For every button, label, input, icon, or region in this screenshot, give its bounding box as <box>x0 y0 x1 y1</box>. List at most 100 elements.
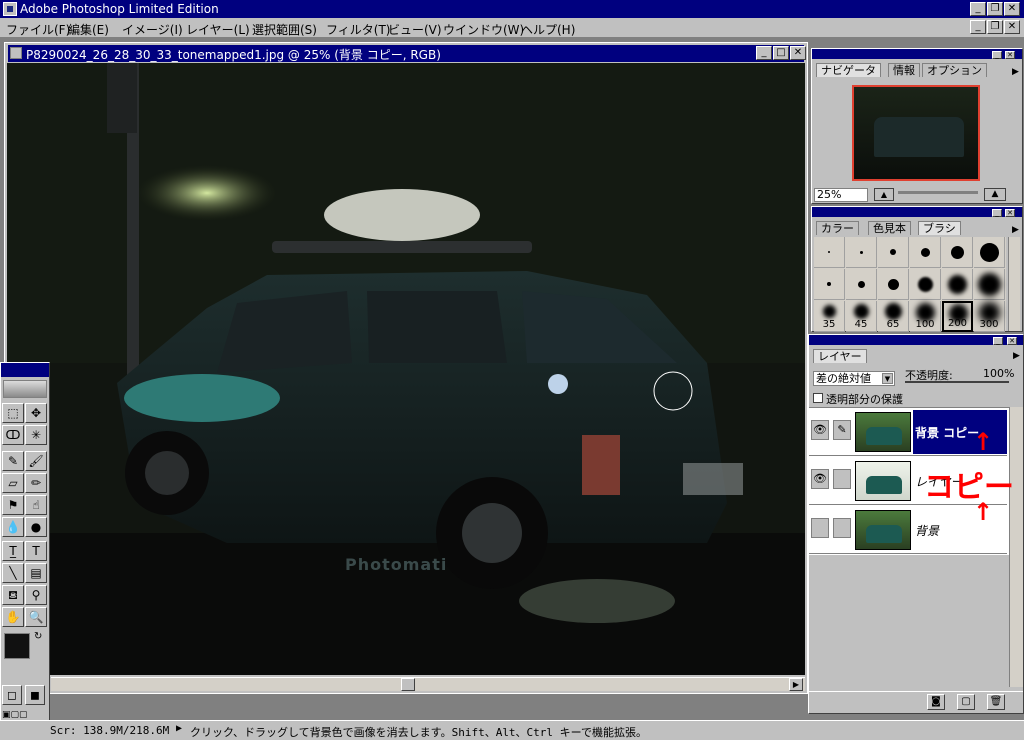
brushes-menu-arrow-icon[interactable]: ▶ <box>1012 225 1019 235</box>
menu-file[interactable]: ファイル(F) <box>6 21 70 38</box>
document-close-icon[interactable]: ✕ <box>790 46 806 60</box>
doc-close-icon[interactable]: ✕ <box>1004 20 1020 34</box>
zoom-tool-icon[interactable]: 🔍 <box>25 607 47 627</box>
brushes-scrollbar[interactable] <box>1008 237 1020 331</box>
blur-tool-icon[interactable]: 💧 <box>2 517 24 537</box>
swap-colors-icon[interactable]: ↻ <box>34 631 42 642</box>
brush-cell[interactable] <box>846 269 877 300</box>
brush-cell[interactable] <box>910 237 941 268</box>
navigator-zoom-field[interactable]: 25% <box>814 188 868 202</box>
opacity-value[interactable]: 100% <box>983 367 1014 380</box>
tool-palette-titlebar[interactable] <box>1 363 49 377</box>
menu-select[interactable]: 選択範囲(S) <box>252 21 317 38</box>
brush-cell[interactable] <box>974 269 1005 300</box>
paint-bucket-tool-icon[interactable]: ⛾ <box>2 585 24 605</box>
layer-visibility-eye-icon[interactable]: 👁 <box>811 420 829 440</box>
brush-cell-200-selected[interactable]: 200 <box>942 301 973 332</box>
stamp-tool-icon[interactable]: ⚑ <box>2 495 24 515</box>
pencil-tool-icon[interactable]: ✏ <box>25 473 47 493</box>
brush-cell-65[interactable]: 65 <box>878 301 909 332</box>
brush-cell-300[interactable]: 300 <box>974 301 1005 332</box>
brush-cell[interactable] <box>974 237 1005 268</box>
brush-cell[interactable] <box>878 237 909 268</box>
document-maximize-icon[interactable]: □ <box>773 46 789 60</box>
line-tool-icon[interactable]: ╲ <box>2 563 24 583</box>
menu-filter[interactable]: フィルタ(T) <box>326 21 390 38</box>
scroll-right-arrow-icon[interactable]: ▶ <box>789 678 803 691</box>
layers-scrollbar[interactable] <box>1009 407 1023 687</box>
brush-cell[interactable] <box>910 269 941 300</box>
layer-brush-icon[interactable]: ✎ <box>833 420 851 440</box>
navigator-close-icon[interactable]: ✕ <box>1005 51 1015 59</box>
foreground-color-swatch[interactable] <box>4 633 30 659</box>
trash-icon[interactable]: 🗑 <box>987 694 1005 710</box>
status-menu-arrow-icon[interactable]: ▶ <box>176 723 182 734</box>
brush-cell[interactable] <box>846 237 877 268</box>
tab-info[interactable]: 情報 <box>888 63 920 77</box>
hand-tool-icon[interactable]: ✋ <box>2 607 24 627</box>
tab-options[interactable]: オプション <box>922 63 987 77</box>
menu-image[interactable]: イメージ(I) <box>122 21 183 38</box>
lasso-tool-icon[interactable]: ↀ <box>2 425 24 445</box>
navigator-thumbnail[interactable] <box>852 85 980 181</box>
brush-cell-100[interactable]: 100 <box>910 301 941 332</box>
airbrush-tool-icon[interactable]: ✎ <box>2 451 24 471</box>
brush-cell-35[interactable]: 35 <box>814 301 845 332</box>
navigator-titlebar[interactable] <box>812 49 1022 59</box>
menu-window[interactable]: ウインドウ(W) <box>443 21 524 38</box>
dropdown-arrow-icon[interactable]: ▼ <box>882 373 893 384</box>
standard-mode-icon[interactable]: ◻ <box>2 685 22 705</box>
brushes-minimize-icon[interactable]: _ <box>992 209 1002 217</box>
zoom-in-icon[interactable]: ▲ <box>984 188 1006 201</box>
minimize-icon[interactable]: _ <box>970 2 986 16</box>
zoom-out-icon[interactable]: ▲ <box>874 188 894 201</box>
magic-wand-tool-icon[interactable]: ✳ <box>25 425 47 445</box>
close-icon[interactable]: ✕ <box>1004 2 1020 16</box>
brush-cell[interactable] <box>942 269 973 300</box>
opacity-slider[interactable] <box>905 381 1009 383</box>
tab-color[interactable]: カラー <box>816 221 859 235</box>
horizontal-scrollbar[interactable]: ▶ <box>51 677 805 691</box>
layers-close-icon[interactable]: ✕ <box>1007 337 1017 345</box>
layers-titlebar[interactable] <box>809 335 1023 345</box>
dodge-tool-icon[interactable]: ● <box>25 517 47 537</box>
brush-cell[interactable] <box>814 269 845 300</box>
move-tool-icon[interactable]: ✥ <box>25 403 47 423</box>
tab-navigator[interactable]: ナビゲータ <box>816 63 881 77</box>
zoom-slider[interactable] <box>898 191 978 194</box>
layer-mask-icon[interactable]: ◙ <box>927 694 945 710</box>
marquee-tool-icon[interactable]: ⬚ <box>2 403 24 423</box>
brush-cell-45[interactable]: 45 <box>846 301 877 332</box>
scrollbar-thumb[interactable] <box>401 678 415 691</box>
menu-view[interactable]: ビュー(V) <box>388 21 442 38</box>
quickmask-mode-icon[interactable]: ◼ <box>25 685 45 705</box>
adobe-eye-icon[interactable] <box>3 380 47 398</box>
layer-visibility-box[interactable] <box>811 518 829 538</box>
brush-cell[interactable] <box>878 269 909 300</box>
gradient-tool-icon[interactable]: ▤ <box>25 563 47 583</box>
new-layer-icon[interactable]: ▢ <box>957 694 975 710</box>
image-canvas[interactable]: Photomati <box>7 63 805 675</box>
brush-cell[interactable] <box>942 237 973 268</box>
tab-brushes[interactable]: ブラシ <box>918 221 961 235</box>
menu-help[interactable]: ヘルプ(H) <box>521 21 575 38</box>
tab-layers[interactable]: レイヤー <box>813 349 867 363</box>
document-minimize-icon[interactable]: _ <box>756 46 772 60</box>
brushes-close-icon[interactable]: ✕ <box>1005 209 1015 217</box>
layer-visibility-eye-icon[interactable]: 👁 <box>811 469 829 489</box>
tab-swatches[interactable]: 色見本 <box>868 221 911 235</box>
preserve-transparency-checkbox[interactable] <box>813 393 823 403</box>
eyedropper-tool-icon[interactable]: ⚲ <box>25 585 47 605</box>
layers-minimize-icon[interactable]: _ <box>993 337 1003 345</box>
layer-link-box[interactable] <box>833 518 851 538</box>
menu-edit[interactable]: 編集(E) <box>68 21 109 38</box>
blend-mode-select[interactable]: 差の絶対値 ▼ <box>813 371 895 386</box>
type-mask-tool-icon[interactable]: T̲ <box>2 541 24 561</box>
doc-minimize-icon[interactable]: _ <box>970 20 986 34</box>
eraser-tool-icon[interactable]: ▱ <box>2 473 24 493</box>
navigator-minimize-icon[interactable]: _ <box>992 51 1002 59</box>
brush-cell[interactable] <box>814 237 845 268</box>
brushes-titlebar[interactable] <box>812 207 1022 217</box>
menu-layer[interactable]: レイヤー(L) <box>186 21 250 38</box>
paintbrush-tool-icon[interactable]: 🖌 <box>25 451 47 471</box>
